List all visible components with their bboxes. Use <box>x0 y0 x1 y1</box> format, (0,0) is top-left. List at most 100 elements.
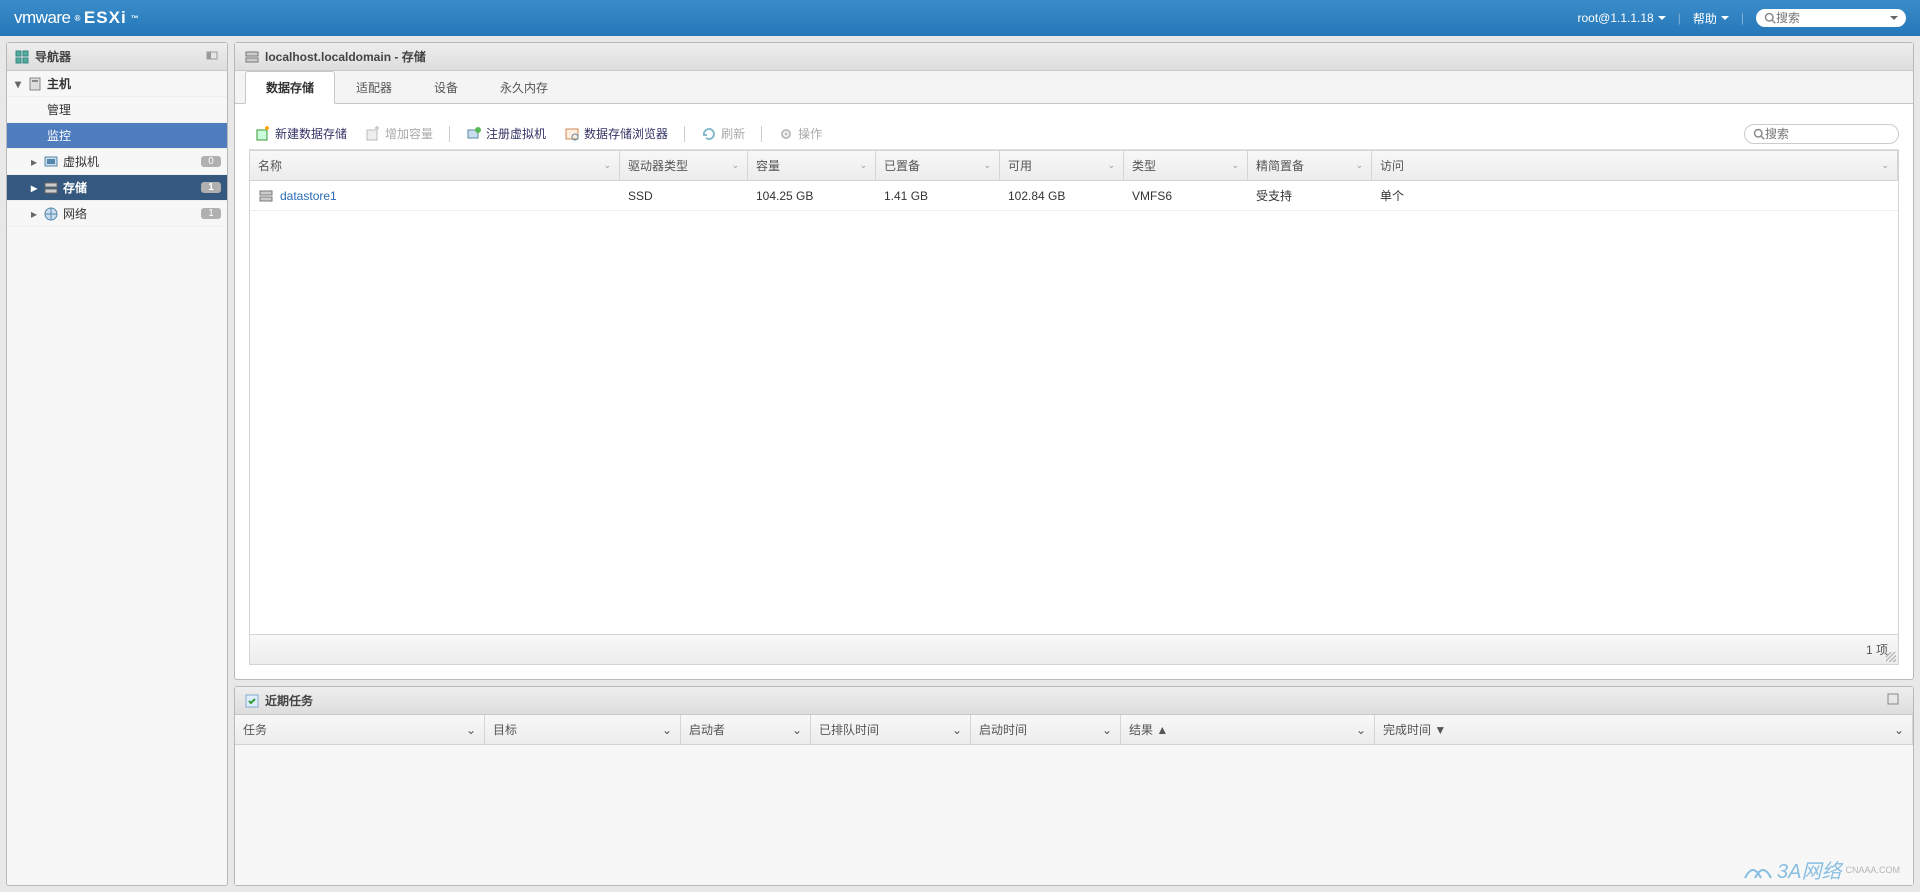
logo-product-text: ESXi <box>84 8 127 28</box>
user-label: root@1.1.1.18 <box>1578 11 1654 25</box>
network-icon <box>43 206 59 222</box>
sort-icon: ⌄ <box>1102 723 1112 737</box>
register-vm-button[interactable]: 注册虚拟机 <box>460 122 552 145</box>
global-search-input[interactable] <box>1776 11 1890 25</box>
grid-search-input[interactable] <box>1765 127 1890 141</box>
toolbar: 新建数据存储 增加容量 注册虚拟机 数据存储浏览器 <box>249 118 1899 150</box>
expand-icon: ▸ <box>29 181 39 195</box>
tasks-body <box>235 745 1913 885</box>
help-menu[interactable]: 帮助 <box>1693 10 1729 27</box>
grid-body: datastore1 SSD 104.25 GB 1.41 GB 102.84 … <box>250 181 1898 634</box>
sort-icon: ⌄ <box>1881 160 1889 171</box>
panel-title: localhost.localdomain - 存储 <box>265 48 426 65</box>
cell-free: 102.84 GB <box>1000 181 1124 210</box>
datastore-grid: 名称⌄ 驱动器类型⌄ 容量⌄ 已置备⌄ 可用⌄ 类型⌄ 精简置备⌄ 访问⌄ <box>249 150 1899 665</box>
cell-access: 单个 <box>1372 181 1898 210</box>
nav-vm[interactable]: ▸ 虚拟机 0 <box>7 149 227 175</box>
increase-capacity-button: 增加容量 <box>359 122 439 145</box>
col-thin[interactable]: 精简置备⌄ <box>1248 151 1372 180</box>
navigator-sidebar: 导航器 ▾ 主机 管理 监控 ▸ 虚拟机 0 <box>6 42 228 886</box>
nav-vm-label: 虚拟机 <box>63 153 99 170</box>
expand-icon: ▾ <box>13 77 23 91</box>
tasks-icon <box>245 694 259 708</box>
logo-vmware-text: vmware <box>14 8 71 28</box>
sort-icon: ⌄ <box>983 160 991 171</box>
sort-icon: ⌄ <box>603 160 611 171</box>
datastore-icon <box>258 188 274 204</box>
nav-storage[interactable]: ▸ 存储 1 <box>7 175 227 201</box>
nav-host-label: 主机 <box>47 75 71 92</box>
table-row[interactable]: datastore1 SSD 104.25 GB 1.41 GB 102.84 … <box>250 181 1898 211</box>
item-count: 1 项 <box>1866 643 1888 657</box>
col-provisioned[interactable]: 已置备⌄ <box>876 151 1000 180</box>
user-menu[interactable]: root@1.1.1.18 <box>1578 11 1666 25</box>
add-capacity-icon <box>365 126 381 142</box>
navigator-header: 导航器 <box>7 43 227 71</box>
tasks-header: 近期任务 <box>235 687 1913 715</box>
search-icon <box>1764 12 1776 24</box>
col-queued[interactable]: 已排队时间⌄ <box>811 715 971 744</box>
tab-device[interactable]: 设备 <box>413 71 479 104</box>
help-label: 帮助 <box>1693 10 1717 27</box>
sort-icon: ⌄ <box>662 723 672 737</box>
col-target[interactable]: 目标⌄ <box>485 715 681 744</box>
sort-icon: ⌄ <box>1355 160 1363 171</box>
col-capacity[interactable]: 容量⌄ <box>748 151 876 180</box>
sort-icon: ⌄ <box>466 723 476 737</box>
col-task[interactable]: 任务⌄ <box>235 715 485 744</box>
sort-icon: ⌄ <box>1894 723 1904 737</box>
col-initiator[interactable]: 启动者⌄ <box>681 715 811 744</box>
resize-handle[interactable] <box>1886 652 1896 662</box>
nav-manage[interactable]: 管理 <box>7 97 227 123</box>
col-drive-type[interactable]: 驱动器类型⌄ <box>620 151 748 180</box>
cell-drive-type: SSD <box>620 181 748 210</box>
navigator-icon <box>15 50 29 64</box>
datastore-browser-button[interactable]: 数据存储浏览器 <box>558 122 674 145</box>
storage-icon <box>43 180 59 196</box>
sort-icon: ⌄ <box>859 160 867 171</box>
col-completed[interactable]: 完成时间 ▼⌄ <box>1375 715 1913 744</box>
refresh-button[interactable]: 刷新 <box>695 122 751 145</box>
maximize-button[interactable] <box>1883 693 1903 708</box>
col-name[interactable]: 名称⌄ <box>250 151 620 180</box>
col-access[interactable]: 访问⌄ <box>1372 151 1898 180</box>
tab-bar: 数据存储 适配器 设备 永久内存 <box>235 71 1913 104</box>
tasks-grid-header: 任务⌄ 目标⌄ 启动者⌄ 已排队时间⌄ 启动时间⌄ 结果 ▲⌄ 完成时间 ▼⌄ <box>235 715 1913 745</box>
new-datastore-button[interactable]: 新建数据存储 <box>249 122 353 145</box>
datastore-name-link[interactable]: datastore1 <box>280 189 337 203</box>
vm-count-badge: 0 <box>201 156 221 167</box>
col-started[interactable]: 启动时间⌄ <box>971 715 1121 744</box>
nav-network[interactable]: ▸ 网络 1 <box>7 201 227 227</box>
new-icon <box>255 126 271 142</box>
expand-icon: ▸ <box>29 155 39 169</box>
vm-icon <box>43 154 59 170</box>
sort-icon: ⌄ <box>792 723 802 737</box>
search-icon <box>1753 128 1765 140</box>
collapse-button[interactable] <box>205 48 219 65</box>
storage-icon <box>245 50 259 64</box>
nav-monitor[interactable]: 监控 <box>7 123 227 149</box>
grid-search[interactable] <box>1744 124 1899 144</box>
sort-icon: ⌄ <box>1356 723 1366 737</box>
tab-adapter[interactable]: 适配器 <box>335 71 413 104</box>
tab-persistent-memory[interactable]: 永久内存 <box>479 71 569 104</box>
chevron-down-icon <box>1890 16 1898 20</box>
vmware-logo: vmware® ESXi™ <box>14 8 138 28</box>
expand-icon: ▸ <box>29 207 39 221</box>
cell-thin: 受支持 <box>1248 181 1372 210</box>
host-icon <box>27 76 43 92</box>
global-search[interactable] <box>1756 9 1906 27</box>
tab-datastore[interactable]: 数据存储 <box>245 71 335 104</box>
nav-host[interactable]: ▾ 主机 <box>7 71 227 97</box>
top-header: vmware® ESXi™ root@1.1.1.18 | 帮助 | <box>0 0 1920 36</box>
actions-button[interactable]: 操作 <box>772 122 828 145</box>
col-type[interactable]: 类型⌄ <box>1124 151 1248 180</box>
cell-capacity: 104.25 GB <box>748 181 876 210</box>
chevron-down-icon <box>1721 16 1729 20</box>
nav-network-label: 网络 <box>63 205 87 222</box>
col-result[interactable]: 结果 ▲⌄ <box>1121 715 1375 744</box>
sort-icon: ⌄ <box>1107 160 1115 171</box>
grid-footer: 1 项 <box>250 634 1898 664</box>
nav-manage-label: 管理 <box>47 101 71 118</box>
col-free[interactable]: 可用⌄ <box>1000 151 1124 180</box>
